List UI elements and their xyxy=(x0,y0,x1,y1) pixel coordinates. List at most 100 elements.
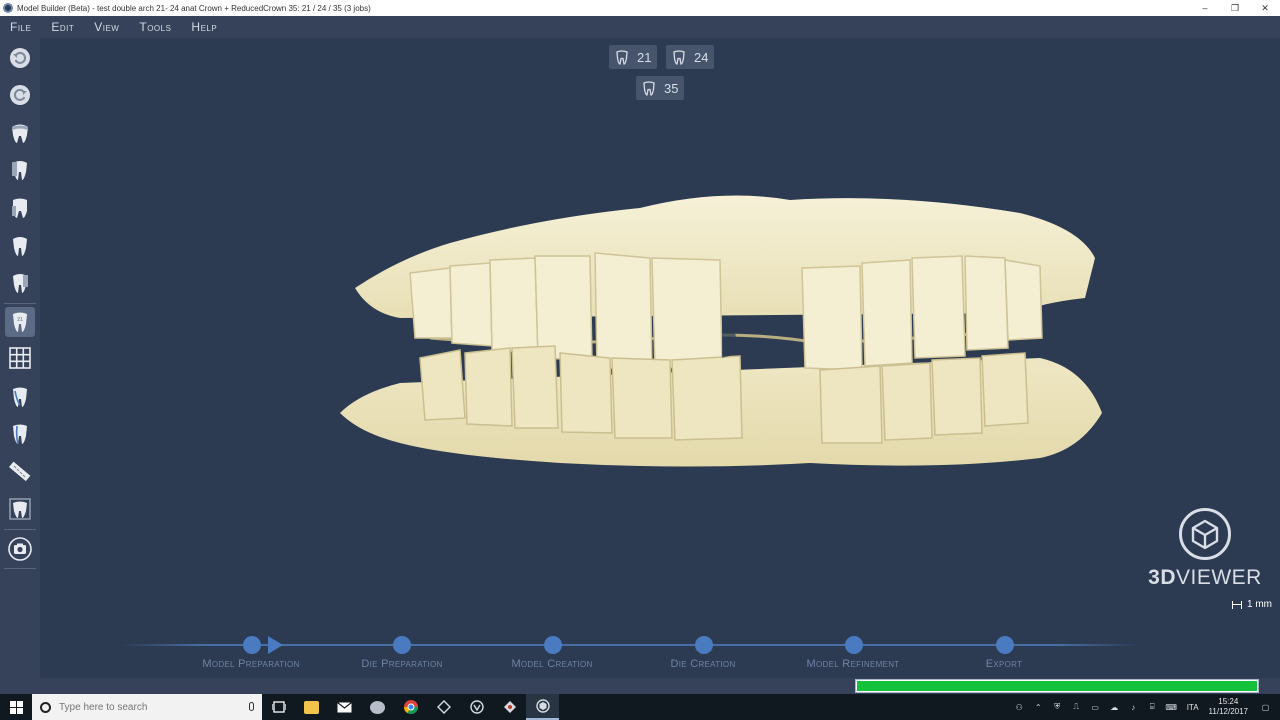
progress-fill xyxy=(857,681,1257,691)
upper-arch-view-button[interactable] xyxy=(5,118,35,148)
microphone-icon[interactable] xyxy=(249,702,254,711)
mail-button[interactable] xyxy=(328,694,361,720)
menu-bar: File Edit View Tools Help xyxy=(0,16,1280,38)
tooth-view-3-button[interactable] xyxy=(5,231,35,261)
window-title: Model Builder (Beta) - test double arch … xyxy=(17,3,371,13)
maximize-button[interactable]: ❐ xyxy=(1220,0,1250,16)
shield-icon[interactable]: ⛨ xyxy=(1051,702,1064,712)
taskbar: ⚇ ⌃ ⛨ ⎍ ▭ ☁ ♪ ⌸ ⌨ ITA 15:24 11/12/2017 ▢ xyxy=(0,694,1280,720)
network-icon[interactable]: ⌸ xyxy=(1146,702,1159,712)
tooth-number-icon: 21 xyxy=(13,312,27,332)
app-shortcut-4-button[interactable] xyxy=(493,694,526,720)
app-shortcut-2-button[interactable] xyxy=(427,694,460,720)
battery-icon[interactable]: ▭ xyxy=(1089,702,1102,712)
cortana-icon xyxy=(40,701,51,713)
tooth-badge-21[interactable]: 21 xyxy=(609,45,658,69)
step-export-dot[interactable] xyxy=(996,636,1014,654)
tooth-number: 21 xyxy=(637,49,652,65)
menu-view[interactable]: View xyxy=(94,20,119,34)
tooth-number-button[interactable]: 21 xyxy=(5,307,35,337)
step-model-preparation-dot[interactable] xyxy=(243,636,261,654)
step-die-creation-label[interactable]: Die Creation xyxy=(623,658,783,670)
input-language[interactable]: ITA xyxy=(1187,703,1199,712)
margin-line-button[interactable] xyxy=(5,382,35,412)
taskbar-search[interactable] xyxy=(32,694,262,720)
tooth-view-1-button[interactable] xyxy=(5,155,35,185)
step-model-refinement-label[interactable]: Model Refinement xyxy=(773,658,933,670)
chrome-icon xyxy=(403,700,418,714)
measure-button[interactable] xyxy=(5,456,35,486)
scale-bar xyxy=(1232,600,1242,609)
step-model-preparation-label[interactable]: Model Preparation xyxy=(171,658,331,670)
tooth-badge-35[interactable]: 35 xyxy=(636,76,685,100)
camera-icon xyxy=(8,537,32,561)
task-view-icon xyxy=(271,701,286,713)
insertion-axis-button[interactable] xyxy=(5,419,35,449)
minimize-button[interactable]: – xyxy=(1190,0,1220,16)
cloud-icon[interactable]: ☁ xyxy=(1108,702,1121,712)
ruler-icon xyxy=(9,461,31,482)
notifications-icon[interactable]: ▢ xyxy=(1259,702,1272,712)
undo-button[interactable] xyxy=(5,43,35,73)
step-die-preparation-dot[interactable] xyxy=(393,636,411,654)
model-base-icon xyxy=(9,498,31,520)
tooth-side-icon xyxy=(12,161,27,180)
tooth-view-2-button[interactable] xyxy=(5,193,35,223)
undo-icon xyxy=(10,48,30,68)
tooth-side-icon xyxy=(12,198,27,218)
chevron-up-icon[interactable]: ⌃ xyxy=(1032,702,1045,712)
people-icon[interactable]: ⚇ xyxy=(1013,702,1026,712)
3d-viewport[interactable]: 21 24 35 3DVIEWER 1 mm Model Preparation… xyxy=(40,38,1280,678)
tooth-view-4-button[interactable] xyxy=(5,268,35,298)
screenshot-button[interactable] xyxy=(5,534,35,564)
3d-viewer-logo: 3DVIEWER xyxy=(1145,508,1265,590)
step-model-creation-label[interactable]: Model Creation xyxy=(472,658,632,670)
file-explorer-button[interactable] xyxy=(295,694,328,720)
system-tray: ⚇ ⌃ ⛨ ⎍ ▭ ☁ ♪ ⌸ ⌨ ITA 15:24 11/12/2017 ▢ xyxy=(1010,694,1280,720)
clock[interactable]: 15:24 11/12/2017 xyxy=(1209,697,1248,717)
app-icon xyxy=(503,701,516,713)
start-button[interactable] xyxy=(0,694,32,720)
tooth-back-icon xyxy=(13,274,28,293)
play-icon[interactable] xyxy=(268,636,283,654)
keyboard-icon[interactable]: ⌨ xyxy=(1165,702,1178,712)
redo-button[interactable] xyxy=(5,80,35,110)
step-model-creation-dot[interactable] xyxy=(544,636,562,654)
tooth-badge-24[interactable]: 24 xyxy=(666,45,715,69)
model-base-button[interactable] xyxy=(5,494,35,524)
app-shortcut-3-button[interactable] xyxy=(460,694,493,720)
step-die-creation-dot[interactable] xyxy=(695,636,713,654)
app-shortcut-1-button[interactable] xyxy=(361,694,394,720)
model-builder-icon xyxy=(535,699,550,713)
volume-icon[interactable]: ♪ xyxy=(1127,702,1140,712)
usb-icon[interactable]: ⎍ xyxy=(1070,702,1083,712)
menu-help[interactable]: Help xyxy=(191,20,217,34)
folder-icon xyxy=(304,700,319,714)
close-button[interactable]: ✕ xyxy=(1250,0,1280,16)
search-input[interactable] xyxy=(59,701,229,713)
scale-label: 1 mm xyxy=(1247,599,1272,610)
step-model-refinement-dot[interactable] xyxy=(845,636,863,654)
model-builder-taskbar-button[interactable] xyxy=(526,694,559,720)
menu-file[interactable]: File xyxy=(10,20,31,34)
window-controls: – ❐ ✕ xyxy=(1190,0,1280,16)
menu-edit[interactable]: Edit xyxy=(51,20,74,34)
task-view-button[interactable] xyxy=(262,694,295,720)
step-export-label[interactable]: Export xyxy=(924,658,1084,670)
app-icon xyxy=(469,700,484,714)
toolbar-separator xyxy=(4,303,36,304)
step-die-preparation-label[interactable]: Die Preparation xyxy=(322,658,482,670)
tooth-icon xyxy=(643,80,655,96)
progress-bar xyxy=(855,679,1259,693)
windows-icon xyxy=(9,700,23,714)
svg-text:21: 21 xyxy=(17,317,23,323)
app-icon xyxy=(370,700,385,714)
logo-text: 3DVIEWER xyxy=(1148,566,1262,589)
chrome-button[interactable] xyxy=(394,694,427,720)
menu-tools[interactable]: Tools xyxy=(139,20,171,34)
dental-arch-model[interactable] xyxy=(340,188,1110,478)
clock-time: 15:24 xyxy=(1218,697,1239,706)
redo-icon xyxy=(10,85,30,105)
mail-icon xyxy=(337,701,352,712)
grid-button[interactable] xyxy=(5,343,35,373)
